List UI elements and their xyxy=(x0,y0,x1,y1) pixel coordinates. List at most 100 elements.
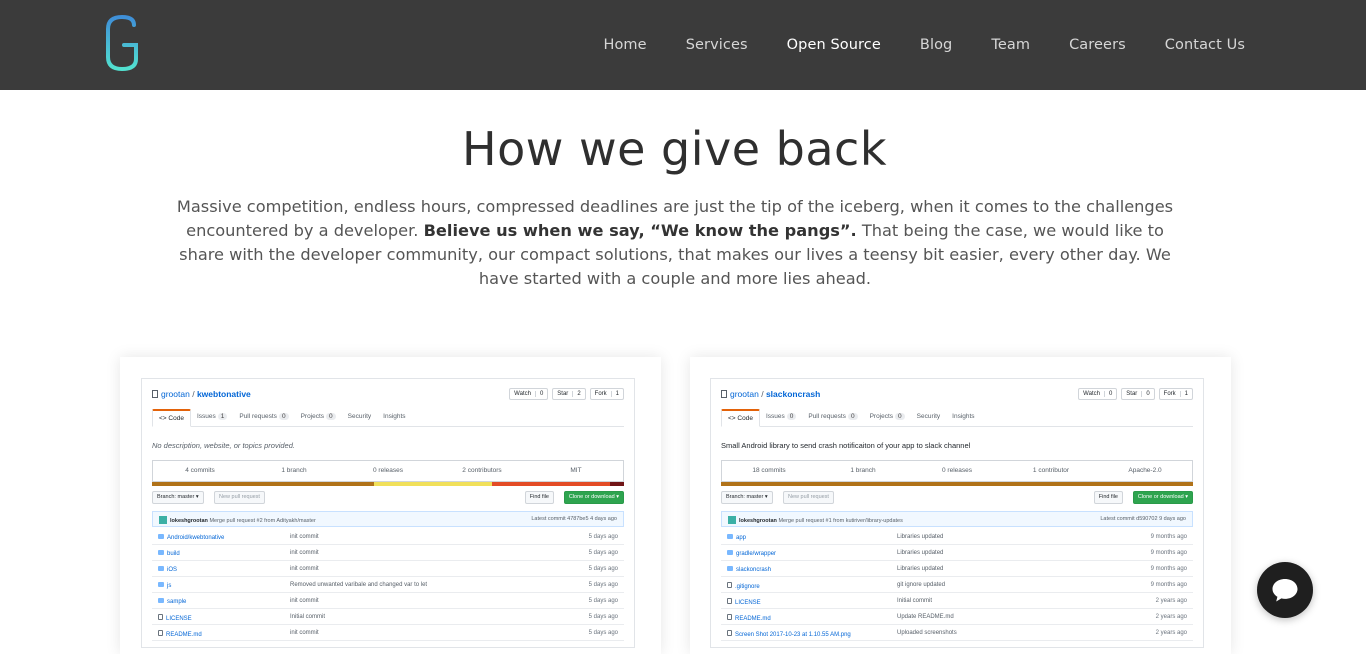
stat-license: Apache-2.0 xyxy=(1128,467,1162,474)
file-row: LICENSE Initial commit 2 years ago xyxy=(721,593,1193,609)
repo-owner: grootan xyxy=(161,389,190,399)
repo-stats: 18 commits 1 branch 0 releases 1 contrib… xyxy=(721,460,1193,482)
file-age: 2 years ago xyxy=(1155,630,1187,636)
file-name: sample xyxy=(158,598,186,605)
hero-text-bold: Believe us when we say, “We know the pan… xyxy=(423,221,857,240)
file-age: 5 days ago xyxy=(588,550,618,556)
tab-insights: Insights xyxy=(952,413,975,420)
folder-icon xyxy=(727,550,733,555)
file-name: .gitignore xyxy=(727,582,760,590)
repo-card-kwebtonative[interactable]: grootan / kwebtonative Watch 0 Star 2 Fork… xyxy=(120,357,661,654)
repo-title: grootan / kwebtonative xyxy=(152,389,251,399)
file-row: .gitignore git ignore updated 9 months ago xyxy=(721,577,1193,593)
nav-blog[interactable]: Blog xyxy=(920,37,952,53)
repo-card-slackoncrash[interactable]: grootan / slackoncrash Watch 0 Star 0 Fork… xyxy=(690,357,1231,654)
nav-services[interactable]: Services xyxy=(686,37,748,53)
file-name: Screen Shot 2017-10-23 at 1.10.55 AM.png xyxy=(727,630,851,638)
repo-actions: Watch 0 Star 2 Fork 1 xyxy=(509,388,624,400)
language-segment xyxy=(721,482,1193,486)
file-name: LICENSE xyxy=(158,614,192,622)
find-file-button: Find file xyxy=(524,491,554,504)
top-navbar: Home Services Open Source Blog Team Care… xyxy=(0,0,1366,90)
file-name: README.md xyxy=(158,630,202,638)
stat-branches: 1 branch xyxy=(281,467,307,474)
tab-code: <> Code xyxy=(721,409,760,427)
file-row: gradle/wrapper Libraries updated 9 months … xyxy=(721,545,1193,561)
file-name: README.md xyxy=(727,614,771,622)
logo-icon xyxy=(106,14,138,72)
tab-issues: Issues 1 xyxy=(191,409,233,426)
file-icon xyxy=(727,598,732,604)
new-pull-request-button: New pull request xyxy=(783,491,834,504)
file-row: js Removed unwanted varibale and changed … xyxy=(152,577,624,593)
repo-description: Small Android library to send crash noti… xyxy=(721,441,971,450)
file-name: gradle/wrapper xyxy=(727,550,776,557)
avatar xyxy=(728,516,736,524)
repo-tabs: <> Code Issues 1 Pull requests 0 Projects 0… xyxy=(152,409,624,427)
tab-pull-requests: Pull requests 0 xyxy=(802,409,863,426)
nav-open-source[interactable]: Open Source xyxy=(787,37,881,53)
file-name: build xyxy=(158,550,180,557)
file-row: slackoncrash Libraries updated 9 months ag… xyxy=(721,561,1193,577)
file-row: sample init commit 5 days ago xyxy=(152,593,624,609)
tab-code: <> Code xyxy=(152,409,191,427)
file-age: 5 days ago xyxy=(588,630,618,636)
nav-team[interactable]: Team xyxy=(991,37,1030,53)
file-age: 2 years ago xyxy=(1155,614,1187,620)
stat-commits: 18 commits xyxy=(752,467,786,474)
file-name: js xyxy=(158,582,171,589)
file-name: slackoncrash xyxy=(727,566,771,573)
file-age: 5 days ago xyxy=(588,534,618,540)
tab-issues: Issues 0 xyxy=(760,409,802,426)
tab-security: Security xyxy=(347,413,372,420)
file-commit-message: init commit xyxy=(290,598,319,604)
language-segment xyxy=(491,482,610,486)
tab-pull-requests: Pull requests 0 xyxy=(233,409,294,426)
repo-owner: grootan xyxy=(730,389,759,399)
file-age: 5 days ago xyxy=(588,582,618,588)
folder-icon xyxy=(158,534,164,539)
latest-commit-bar: lokeshgrootan Merge pull request #2 from… xyxy=(152,511,624,527)
clone-button: Clone or download ▾ xyxy=(563,491,624,504)
brand-logo[interactable] xyxy=(104,14,140,72)
folder-icon xyxy=(158,550,164,555)
file-name: LICENSE xyxy=(727,598,761,606)
hero-paragraph: Massive competition, endless hours, comp… xyxy=(170,195,1180,291)
file-row: LICENSE Initial commit 5 days ago xyxy=(152,609,624,625)
file-row: iOS init commit 5 days ago xyxy=(152,561,624,577)
repo-name: slackoncrash xyxy=(765,389,821,399)
file-commit-message: git ignore updated xyxy=(897,582,946,588)
file-age: 9 months ago xyxy=(1150,534,1187,540)
repo-title: grootan / slackoncrash xyxy=(721,389,820,399)
file-age: 9 months ago xyxy=(1150,582,1187,588)
language-segment xyxy=(373,482,492,486)
main-menu: Home Services Open Source Blog Team Care… xyxy=(564,0,1245,90)
folder-icon xyxy=(158,566,164,571)
file-commit-message: Update README.md xyxy=(897,614,954,620)
file-icon xyxy=(158,630,163,636)
clone-button: Clone or download ▾ xyxy=(1132,491,1193,504)
page-title: How we give back xyxy=(462,122,887,176)
latest-commit-bar: lokeshgrootan Merge pull request #1 from… xyxy=(721,511,1193,527)
watch-button: Watch 0 xyxy=(1078,388,1118,400)
nav-careers[interactable]: Careers xyxy=(1069,37,1126,53)
stat-contributors: 1 contributor xyxy=(1032,467,1070,474)
file-commit-message: Libraries updated xyxy=(897,566,944,572)
repo-screenshot: grootan / slackoncrash Watch 0 Star 0 Fork… xyxy=(710,378,1204,648)
avatar xyxy=(159,516,167,524)
nav-home[interactable]: Home xyxy=(603,37,646,53)
file-age: 9 months ago xyxy=(1150,550,1187,556)
branch-select: Branch: master ▾ xyxy=(152,491,204,504)
language-bar xyxy=(152,482,624,486)
nav-contact-us[interactable]: Contact Us xyxy=(1165,37,1245,53)
star-button: Star 2 xyxy=(552,388,586,400)
repo-screenshot: grootan / kwebtonative Watch 0 Star 2 Fork… xyxy=(141,378,635,648)
repo-stats: 4 commits 1 branch 0 releases 2 contribu… xyxy=(152,460,624,482)
file-commit-message: init commit xyxy=(290,550,319,556)
chat-button[interactable] xyxy=(1257,562,1313,618)
chat-bubble-icon xyxy=(1272,579,1298,602)
file-icon xyxy=(727,630,732,636)
repo-icon xyxy=(721,390,727,398)
file-commit-message: Initial commit xyxy=(290,614,326,620)
tab-projects: Projects 0 xyxy=(295,409,342,426)
